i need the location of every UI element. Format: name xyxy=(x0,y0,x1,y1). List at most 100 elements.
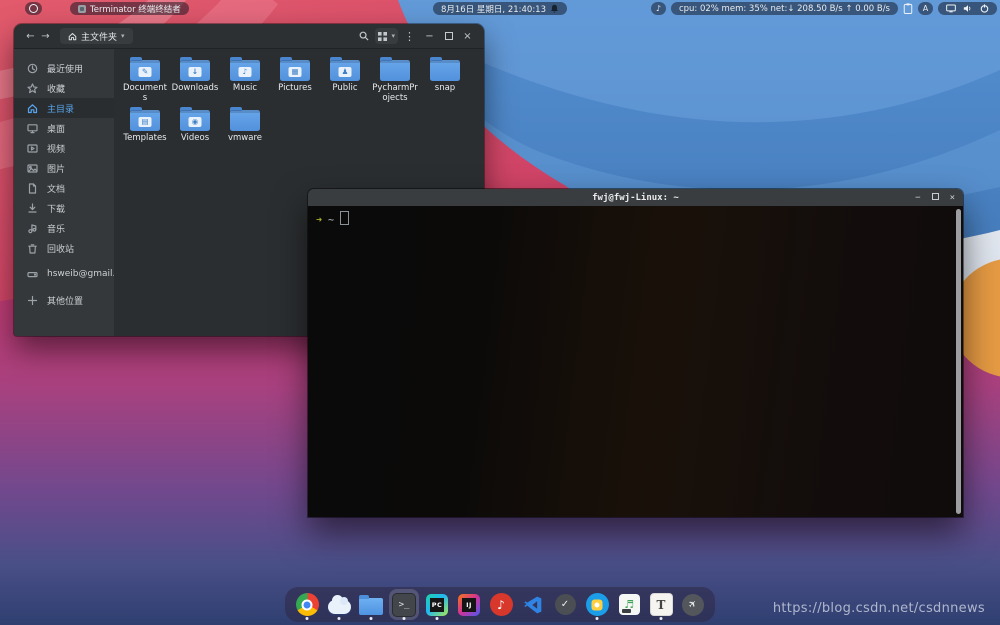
menu-kebab-button[interactable]: ⋮ xyxy=(401,28,418,45)
sidebar-item-starred[interactable]: 收藏 xyxy=(14,78,114,98)
chrome-icon xyxy=(296,593,319,616)
files-close-button[interactable]: × xyxy=(460,29,475,44)
clock-button[interactable]: 8月16日 星期日, 21:40:13 xyxy=(433,2,567,15)
dock-files[interactable] xyxy=(357,589,385,620)
sidebar-item-desktop[interactable]: 桌面 xyxy=(14,118,114,138)
input-method-indicator[interactable]: A xyxy=(918,2,933,15)
maximize-icon xyxy=(445,32,453,40)
clock-text: 8月16日 星期日, 21:40:13 xyxy=(441,3,546,15)
clipboard-icon[interactable] xyxy=(903,2,913,15)
folder-icon: ▤ xyxy=(130,110,160,131)
files-minimize-button[interactable]: − xyxy=(422,29,437,44)
folder-pictures[interactable]: ▦ Pictures xyxy=(270,56,320,106)
running-dot xyxy=(436,617,439,620)
folder-downloads[interactable]: ↓ Downloads xyxy=(170,56,220,106)
folder-documents[interactable]: ✎ Documents xyxy=(120,56,170,106)
person-emblem-icon: ♟ xyxy=(339,67,352,77)
desktop: Terminator 终端终结者 8月16日 星期日, 21:40:13 ♪ c… xyxy=(0,0,1000,625)
activities-ring-icon xyxy=(29,4,38,13)
terminal-maximize-button[interactable] xyxy=(932,193,939,203)
lens-emblem-icon: ◉ xyxy=(189,117,202,127)
files-maximize-button[interactable] xyxy=(441,29,456,44)
running-dot xyxy=(338,617,341,620)
search-button[interactable] xyxy=(355,28,372,45)
folder-videos[interactable]: ◉ Videos xyxy=(170,106,220,156)
terminal-title: fwj@fwj-Linux: ~ xyxy=(592,193,679,203)
sidebar-item-pictures[interactable]: 图片 xyxy=(14,158,114,178)
sidebar-item-downloads[interactable]: 下载 xyxy=(14,198,114,218)
download-emblem-icon: ↓ xyxy=(189,67,202,77)
dock-netease-music[interactable]: ♪ xyxy=(487,589,515,620)
terminal-window-controls: − × xyxy=(915,189,955,206)
sidebar-item-recent[interactable]: 最近使用 xyxy=(14,58,114,78)
system-monitor-indicator[interactable]: cpu: 02% mem: 35% net:↓ 208.50 B/s ↑ 0.0… xyxy=(671,2,898,15)
folder-templates[interactable]: ▤ Templates xyxy=(120,106,170,156)
blue-circle-app-icon xyxy=(586,593,609,616)
pycharm-icon: PC xyxy=(426,594,448,616)
running-dot xyxy=(660,617,663,620)
sidebar-item-other-locations[interactable]: 其他位置 xyxy=(14,290,114,310)
dock-check-utility[interactable]: ✓ xyxy=(551,589,579,620)
activities-button[interactable] xyxy=(25,2,42,15)
sidebar-item-music[interactable]: 音乐 xyxy=(14,218,114,238)
dock-terminator[interactable]: >_ xyxy=(389,589,419,620)
folder-music[interactable]: ♪ Music xyxy=(220,56,270,106)
folder-icon xyxy=(430,60,460,81)
terminal-scrollbar[interactable] xyxy=(956,209,961,514)
dock-cloud-app[interactable] xyxy=(325,589,353,620)
dock-rocket-launcher[interactable]: ✈ xyxy=(679,589,707,620)
desktop-icon xyxy=(27,123,38,134)
dock: >_ PC IJ ♪ ✓ ♬ T ✈ xyxy=(285,587,715,622)
terminal-minimize-button[interactable]: − xyxy=(915,193,920,203)
power-icon xyxy=(980,4,989,13)
dock-vscode[interactable] xyxy=(519,589,547,620)
folder-icon: ♟ xyxy=(330,60,360,81)
system-monitor-text: cpu: 02% mem: 35% net:↓ 208.50 B/s ↑ 0.0… xyxy=(679,4,890,14)
dock-pycharm[interactable]: PC xyxy=(423,589,451,620)
download-icon xyxy=(27,203,38,214)
path-caret-icon: ▾ xyxy=(121,32,125,40)
system-tray[interactable] xyxy=(938,2,997,15)
terminal-title-bar[interactable]: fwj@fwj-Linux: ~ − × xyxy=(308,189,963,206)
back-button[interactable]: ← xyxy=(23,31,38,42)
sidebar-item-trash[interactable]: 回收站 xyxy=(14,238,114,258)
top-bar: Terminator 终端终结者 8月16日 星期日, 21:40:13 ♪ c… xyxy=(0,0,1000,17)
search-icon xyxy=(359,31,369,41)
running-dot xyxy=(306,617,309,620)
prompt-path: ~ xyxy=(328,215,334,226)
dock-blue-circle-app[interactable] xyxy=(583,589,611,620)
folder-icon xyxy=(380,60,410,81)
terminal-body[interactable]: ➜~ xyxy=(308,206,963,517)
sidebar-item-gmail-drive[interactable]: hsweib@gmail.c… xyxy=(14,264,114,284)
terminal-window: fwj@fwj-Linux: ~ − × ➜~ xyxy=(308,189,963,517)
sidebar-item-documents[interactable]: 文档 xyxy=(14,178,114,198)
terminal-close-button[interactable]: × xyxy=(950,193,955,203)
grid-view-icon xyxy=(378,32,387,41)
folder-snap[interactable]: snap xyxy=(420,56,470,106)
sidebar-item-videos[interactable]: 视频 xyxy=(14,138,114,158)
folder-icon: ✎ xyxy=(130,60,160,81)
sidebar-item-home[interactable]: 主目录 xyxy=(14,98,114,118)
view-options-button[interactable]: ▾ xyxy=(375,28,398,44)
dock-typora[interactable]: T xyxy=(647,589,675,620)
green-note-icon: ♬ xyxy=(619,594,640,615)
folder-vmware[interactable]: vmware xyxy=(220,106,270,156)
folder-icon xyxy=(230,110,260,131)
home-icon xyxy=(27,103,38,114)
forward-button[interactable]: → xyxy=(38,31,53,42)
media-indicator-button[interactable]: ♪ xyxy=(651,2,666,15)
files-sidebar: 最近使用 收藏 主目录 桌面 视频 xyxy=(14,49,114,336)
path-bar-button[interactable]: 主文件夹 ▾ xyxy=(60,28,133,44)
folder-pycharmprojects[interactable]: PycharmProjects xyxy=(370,56,420,106)
terminal-icon: >_ xyxy=(392,593,416,617)
folder-icon: ▦ xyxy=(280,60,310,81)
dock-green-note-app[interactable]: ♬ xyxy=(615,589,643,620)
pencil-emblem-icon: ✎ xyxy=(139,67,152,77)
trash-icon xyxy=(27,243,38,254)
dock-chrome[interactable] xyxy=(293,589,321,620)
music-note-icon xyxy=(27,223,38,234)
app-menu-button[interactable]: Terminator 终端终结者 xyxy=(70,2,189,15)
dock-intellij[interactable]: IJ xyxy=(455,589,483,620)
image-icon xyxy=(27,163,38,174)
folder-public[interactable]: ♟ Public xyxy=(320,56,370,106)
